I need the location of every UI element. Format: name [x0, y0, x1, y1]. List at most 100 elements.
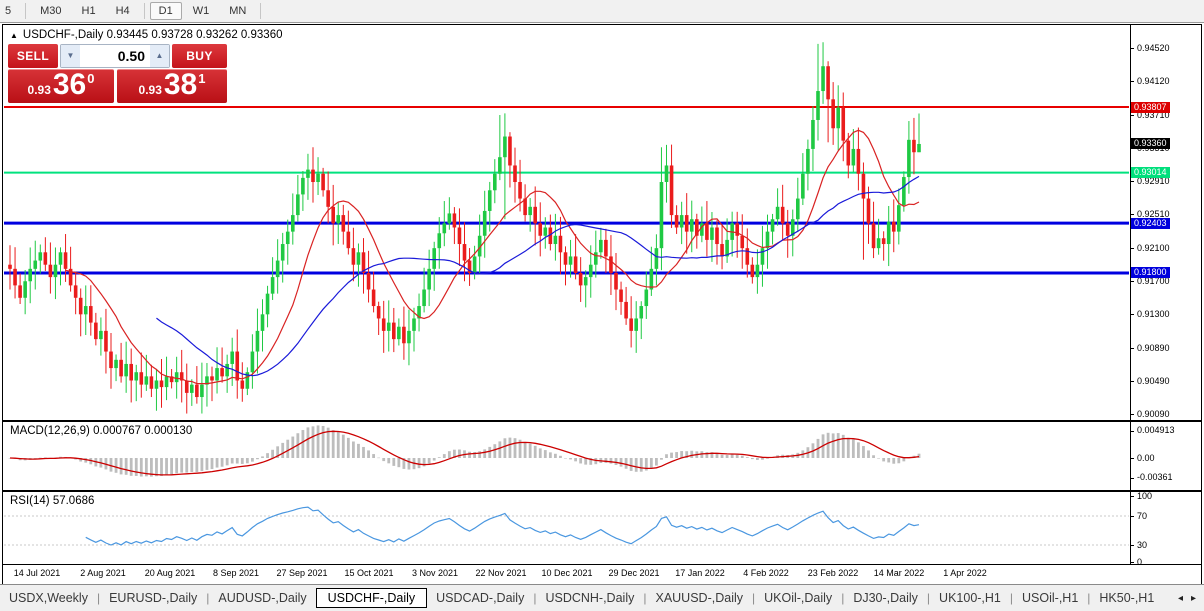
- tab-scroll-nav: ◂ ▸: [1178, 593, 1204, 604]
- pane-separator-rsi: [2, 490, 1202, 492]
- macd-tick-mark: [1130, 431, 1134, 432]
- chart-tab-xauusd-daily[interactable]: XAUUSD-,Daily: [646, 589, 752, 607]
- price-tick-label: 0.92910: [1137, 176, 1170, 186]
- price-tick-mark: [1130, 381, 1134, 382]
- date-tick-label: 3 Nov 2021: [411, 568, 459, 578]
- rsi-tick-label: 100: [1137, 491, 1153, 501]
- pane-separator-macd: [2, 420, 1202, 422]
- volume-decrease-icon[interactable]: ▼: [61, 45, 80, 67]
- price-tick-label: 0.90890: [1137, 343, 1170, 353]
- chart-tab-usdx-weekly[interactable]: USDX,Weekly: [0, 589, 97, 607]
- chart-tab-usdcad-daily[interactable]: USDCAD-,Daily: [427, 589, 533, 607]
- tab-scroll-left-icon[interactable]: ◂: [1178, 593, 1183, 604]
- macd-tick-mark: [1130, 458, 1134, 459]
- sell-button[interactable]: SELL: [8, 44, 58, 68]
- tab-scroll-right-icon[interactable]: ▸: [1191, 593, 1196, 604]
- chart-tab-bar: USDX,Weekly | EURUSD-,Daily | AUDUSD-,Daily U…: [0, 584, 1204, 611]
- price-tick-mark: [1130, 81, 1134, 82]
- timeframe-button-h1[interactable]: H1: [73, 2, 105, 20]
- timeframe-button-h4[interactable]: H4: [107, 2, 139, 20]
- chart-tab-usdcnh-daily[interactable]: USDCNH-,Daily: [536, 589, 643, 607]
- chart-title-ohlc: USDCHF-,Daily 0.93445 0.93728 0.93262 0.…: [22, 29, 283, 41]
- price-tick-label: 0.90090: [1137, 409, 1170, 419]
- sell-price-prefix: 0.93: [27, 83, 51, 97]
- chart-tab-hk50-h1[interactable]: HK50-,H1: [1090, 589, 1163, 607]
- price-level-marker: 0.93360: [1131, 138, 1170, 149]
- date-tick-label: 8 Sep 2021: [212, 568, 260, 578]
- toolbar-separator: [143, 3, 145, 19]
- price-tick-label: 0.94520: [1137, 43, 1170, 53]
- date-tick-label: 15 Oct 2021: [344, 568, 394, 578]
- date-tick-label: 4 Feb 2022: [743, 568, 789, 578]
- macd-tick-label: 0.00: [1137, 453, 1155, 463]
- rsi-tick-mark: [1130, 562, 1134, 563]
- chart-tab-audusd-daily[interactable]: AUDUSD-,Daily: [209, 589, 315, 607]
- price-tick-mark: [1130, 181, 1134, 182]
- price-tick-mark: [1130, 48, 1134, 49]
- price-tick-mark: [1130, 414, 1134, 415]
- rsi-tick-label: 70: [1137, 511, 1148, 521]
- buy-price-big: 38: [163, 68, 198, 101]
- buy-price-box[interactable]: 0.93 38 1: [117, 69, 227, 103]
- chart-tab-usoil-h1[interactable]: USOil-,H1: [1013, 589, 1087, 607]
- timeframe-toolbar: 5 M30 H1 H4 D1 W1 MN: [0, 0, 1204, 23]
- collapse-panel-icon[interactable]: ▲: [10, 31, 18, 40]
- macd-tick-label: 0.004913: [1137, 425, 1175, 435]
- date-tick-label: 14 Mar 2022: [873, 568, 925, 578]
- date-tick-label: 23 Feb 2022: [807, 568, 859, 578]
- rsi-tick-mark: [1130, 496, 1134, 497]
- volume-spinner: ▼ ▲: [60, 44, 170, 68]
- buy-price-prefix: 0.93: [138, 83, 162, 97]
- price-tick-mark: [1130, 348, 1134, 349]
- price-level-marker: 0.92403: [1131, 218, 1170, 229]
- macd-tick-label: -0.00361: [1137, 472, 1173, 482]
- date-tick-label: 1 Apr 2022: [943, 568, 987, 578]
- rsi-tick-mark: [1130, 516, 1134, 517]
- date-tick-label: 14 Jul 2021: [13, 568, 61, 578]
- price-tick-label: 0.92100: [1137, 243, 1170, 253]
- timeframe-button-d1[interactable]: D1: [149, 2, 182, 20]
- pane-separator-dates: [2, 564, 1202, 565]
- price-tick-label: 0.94120: [1137, 76, 1170, 86]
- price-tick-label: 0.91700: [1137, 276, 1170, 286]
- sell-price-big: 36: [52, 68, 87, 101]
- buy-button[interactable]: BUY: [172, 44, 227, 68]
- price-tick-mark: [1130, 115, 1134, 116]
- one-click-trade-panel: SELL ▼ ▲ BUY 0.93 36 0 0.93 38 1: [8, 44, 227, 103]
- buy-price-pip: 1: [198, 71, 206, 86]
- price-level-marker: 0.93807: [1131, 102, 1170, 113]
- chart-tab-ukoil-daily[interactable]: UKOil-,Daily: [755, 589, 841, 607]
- date-tick-label: 27 Sep 2021: [276, 568, 328, 578]
- volume-input[interactable]: [80, 45, 150, 67]
- timeframe-button-m30[interactable]: M30: [31, 2, 70, 20]
- chart-tab-uk100-h1[interactable]: UK100-,H1: [930, 589, 1010, 607]
- price-tick-mark: [1130, 314, 1134, 315]
- price-tick-mark: [1130, 281, 1134, 282]
- sell-price-box[interactable]: 0.93 36 0: [8, 69, 114, 103]
- rsi-tick-label: 30: [1137, 540, 1148, 550]
- price-tick-mark: [1130, 214, 1134, 215]
- price-tick-mark: [1130, 248, 1134, 249]
- date-tick-label: 20 Aug 2021: [144, 568, 196, 578]
- volume-increase-icon[interactable]: ▲: [150, 45, 169, 67]
- rsi-label: RSI(14) 57.0686: [10, 495, 95, 507]
- timeframe-button-5[interactable]: 5: [0, 2, 20, 20]
- chart-header: ▲ USDCHF-,Daily 0.93445 0.93728 0.93262 …: [10, 29, 282, 41]
- rsi-indicator-canvas[interactable]: [3, 493, 1130, 564]
- chart-tab-eurusd-daily[interactable]: EURUSD-,Daily: [100, 589, 206, 607]
- timeframe-button-w1[interactable]: W1: [184, 2, 219, 20]
- toolbar-separator: [260, 3, 262, 19]
- toolbar-separator: [25, 3, 27, 19]
- date-tick-label: 2 Aug 2021: [80, 568, 126, 578]
- date-tick-label: 10 Dec 2021: [541, 568, 593, 578]
- timeframe-button-mn[interactable]: MN: [220, 2, 255, 20]
- price-level-marker: 0.91800: [1131, 267, 1170, 278]
- chart-tab-usdchf-daily[interactable]: USDCHF-,Daily: [315, 588, 428, 608]
- macd-tick-mark: [1130, 478, 1134, 479]
- chart-tab-dj30-daily[interactable]: DJ30-,Daily: [844, 589, 927, 607]
- trading-terminal-window: 5 M30 H1 H4 D1 W1 MN ▲ USDCHF-,Daily 0.93445 0…: [0, 0, 1204, 611]
- date-tick-label: 29 Dec 2021: [608, 568, 660, 578]
- date-tick-label: 17 Jan 2022: [675, 568, 725, 578]
- price-level-marker: 0.93014: [1131, 167, 1170, 178]
- sell-price-pip: 0: [87, 71, 95, 86]
